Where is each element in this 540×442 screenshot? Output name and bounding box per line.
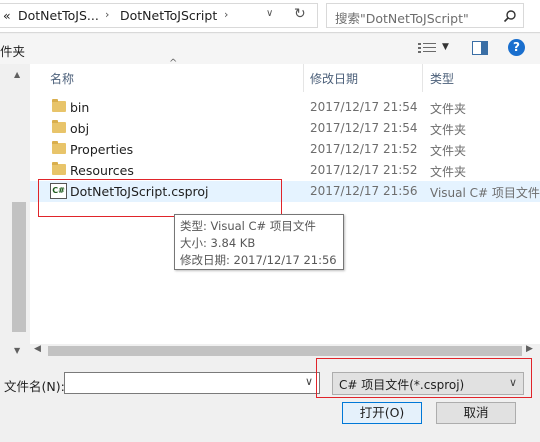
highlight-box-filetype [316,358,532,398]
file-type: 文件夹 [430,144,467,158]
file-type: Visual C# 项目文件 [430,186,540,200]
file-row[interactable]: Properties 2017/12/17 21:52 文件夹 [30,139,540,160]
folder-icon [52,99,66,112]
file-row[interactable]: bin 2017/12/17 21:54 文件夹 [30,97,540,118]
tooltip-date: 修改日期: 2017/12/17 21:56 [180,253,337,267]
breadcrumb-item-current[interactable]: DotNetToJScript [120,8,217,23]
scroll-left-icon[interactable]: ◀ [34,344,41,354]
command-bar: 件夹 ▼ ? [0,34,540,64]
file-type: 文件夹 [430,123,467,137]
file-name: Properties [70,142,134,157]
scroll-down-icon[interactable]: ▼ [14,346,20,355]
file-date: 2017/12/17 21:54 [310,121,418,135]
cancel-button[interactable]: 取消 [436,402,516,424]
new-folder-button[interactable]: 件夹 [0,41,25,60]
tooltip-type: 类型: Visual C# 项目文件 [180,219,316,233]
chevron-right-icon[interactable]: › [224,8,228,21]
scroll-up-icon[interactable]: ▲ [14,70,20,79]
scrollbar-thumb[interactable] [12,202,26,332]
dialog-footer: 文件名(N): ∨ C# 项目文件(*.csproj) ∨ 打开(O) 取消 [0,358,540,442]
tooltip-size: 大小: 3.84 KB [180,236,256,250]
file-row[interactable]: Resources 2017/12/17 21:52 文件夹 [30,160,540,181]
address-bar: « DotNetToJS... › DotNetToJScript › ∨ ↻ … [0,0,540,33]
folder-icon [52,141,66,154]
highlight-box-file [38,179,282,217]
file-date: 2017/12/17 21:56 [310,184,418,198]
scroll-right-icon[interactable]: ▶ [526,344,533,354]
navigation-pane-scrollbar[interactable]: ▲ ▼ [0,64,28,360]
file-type: 文件夹 [430,165,467,179]
search-box[interactable]: 搜索"DotNetToJScript" [326,3,524,28]
file-date: 2017/12/17 21:52 [310,142,418,156]
breadcrumb-overflow-button[interactable]: « [3,8,11,23]
file-row[interactable]: obj 2017/12/17 21:54 文件夹 [30,118,540,139]
file-name: obj [70,121,90,136]
breadcrumb-item-parent[interactable]: DotNetToJS... [18,8,99,23]
file-date: 2017/12/17 21:52 [310,163,418,177]
scrollbar-thumb[interactable] [48,346,522,356]
file-date: 2017/12/17 21:54 [310,100,418,114]
refresh-icon[interactable]: ↻ [294,6,306,22]
folder-icon [52,120,66,133]
chevron-right-icon[interactable]: › [105,8,109,21]
column-divider[interactable] [303,64,304,92]
filename-input[interactable]: ∨ [64,372,320,394]
chevron-down-icon[interactable]: ∨ [305,375,313,388]
search-placeholder: 搜索"DotNetToJScript" [335,11,469,26]
column-header-name[interactable]: 名称 [50,70,74,87]
file-name: bin [70,100,90,115]
column-header-type[interactable]: 类型 [430,70,454,87]
file-type: 文件夹 [430,102,467,116]
view-dropdown-icon[interactable]: ▼ [442,42,449,52]
filename-label: 文件名(N): [4,379,65,394]
preview-pane-icon[interactable] [472,41,488,55]
file-info-tooltip: 类型: Visual C# 项目文件 大小: 3.84 KB 修改日期: 201… [174,214,344,270]
help-icon[interactable]: ? [508,39,525,56]
column-divider[interactable] [422,64,423,92]
folder-icon [52,162,66,175]
column-header-date[interactable]: 修改日期 [310,70,358,87]
view-details-icon[interactable] [418,42,436,54]
search-icon[interactable] [503,9,517,23]
open-button[interactable]: 打开(O) [342,402,422,424]
file-name: Resources [70,163,134,178]
horizontal-scrollbar[interactable]: ◀ ▶ [30,344,540,358]
address-dropdown-icon[interactable]: ∨ [266,8,273,19]
sort-ascending-icon: ^ [169,58,178,69]
breadcrumb[interactable]: « DotNetToJS... › DotNetToJScript › ∨ ↻ [0,3,318,28]
